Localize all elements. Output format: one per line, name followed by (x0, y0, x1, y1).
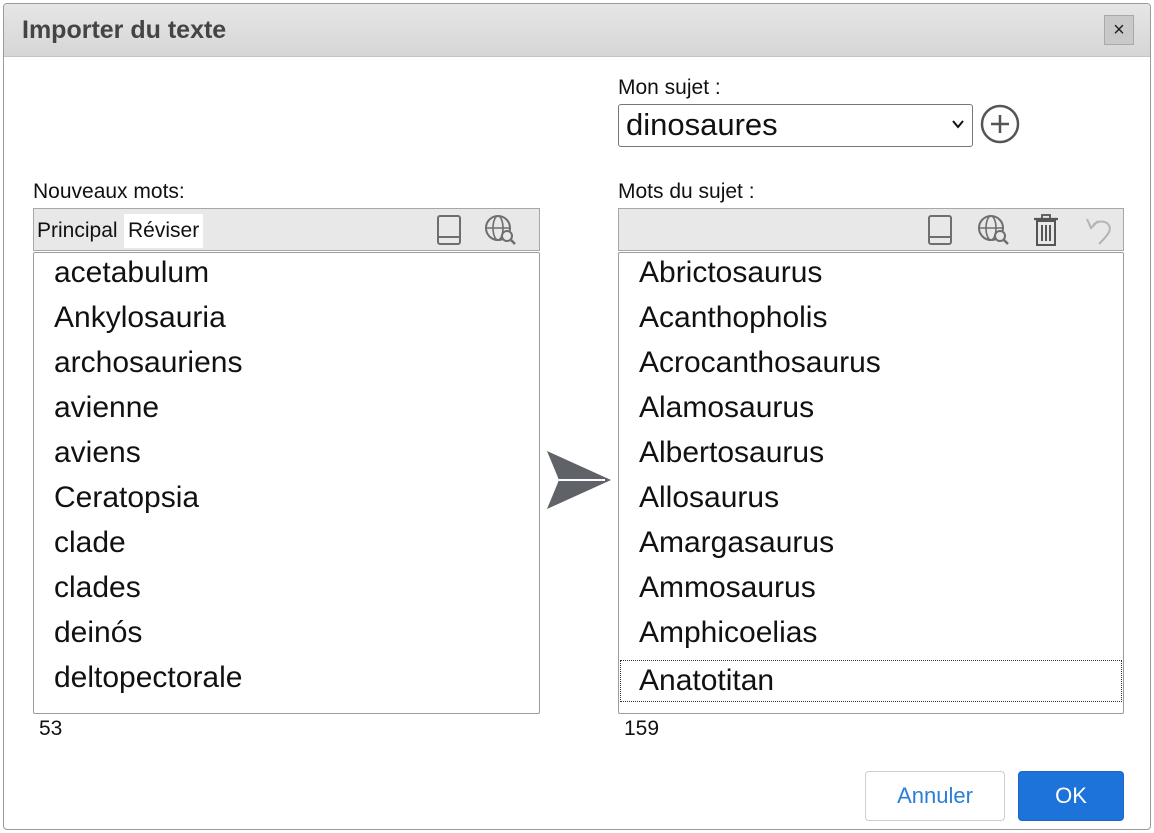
dialog-titlebar: Importer du texte × (4, 4, 1150, 57)
globe-search-icon[interactable] (483, 213, 517, 247)
dialog-title: Importer du texte (22, 16, 227, 44)
subject-words-toolbar (618, 208, 1124, 251)
undo-icon[interactable] (1082, 213, 1116, 247)
list-item[interactable]: avienne (54, 386, 159, 430)
book-icon[interactable] (432, 213, 466, 247)
ok-button[interactable]: OK (1018, 771, 1124, 821)
list-item[interactable]: Acrocanthosaurus (639, 341, 881, 385)
list-item[interactable]: deltopectorale (54, 656, 242, 700)
list-item[interactable]: Allosaurus (639, 476, 779, 520)
list-item[interactable]: Acanthopholis (639, 296, 827, 340)
list-item[interactable]: Albertosaurus (639, 431, 824, 475)
import-text-dialog: Importer du texte × Mon sujet : dinosaur… (3, 3, 1151, 830)
subject-words-label: Mots du sujet : (618, 180, 755, 203)
tab-reviser[interactable]: Réviser (124, 214, 204, 248)
subject-words-count: 159 (624, 717, 660, 740)
list-item[interactable]: deinós (54, 611, 142, 655)
list-item[interactable]: archosauriens (54, 341, 242, 385)
add-subject-button[interactable] (979, 103, 1021, 145)
send-arrow-icon[interactable] (545, 449, 613, 511)
list-item[interactable]: Abrictosaurus (639, 253, 822, 295)
trash-icon[interactable] (1029, 213, 1063, 247)
subject-select[interactable]: dinosaures (618, 104, 973, 147)
list-item[interactable]: clades (54, 566, 141, 610)
subject-words-list[interactable]: Abrictosaurus Acanthopholis Acrocanthosa… (618, 252, 1124, 714)
subject-label: Mon sujet : (618, 76, 721, 99)
new-words-count: 53 (39, 717, 63, 740)
list-item[interactable]: Ceratopsia (54, 476, 199, 520)
list-item[interactable]: Amphicoelias (639, 611, 817, 655)
new-words-list[interactable]: acetabulum Ankylosauria archosauriens av… (33, 252, 540, 714)
list-item-focused[interactable]: Anatotitan (619, 659, 1123, 703)
list-item[interactable]: acetabulum (54, 253, 209, 295)
new-words-toolbar: Principal Réviser (33, 208, 540, 251)
new-words-label: Nouveaux mots: (33, 180, 185, 203)
list-item[interactable]: aviens (54, 431, 141, 475)
list-item[interactable]: Ankylosauria (54, 296, 226, 340)
list-item[interactable]: clade (54, 521, 126, 565)
list-item[interactable]: Amargasaurus (639, 521, 834, 565)
list-item[interactable]: Ammosaurus (639, 566, 816, 610)
globe-search-icon[interactable] (976, 213, 1010, 247)
close-icon: × (1113, 19, 1125, 41)
chevron-down-icon (952, 120, 964, 129)
subject-select-value: dinosaures (626, 107, 778, 142)
cancel-button[interactable]: Annuler (865, 771, 1005, 821)
list-item[interactable]: Alamosaurus (639, 386, 814, 430)
book-icon[interactable] (923, 213, 957, 247)
tab-principal[interactable]: Principal (35, 214, 120, 248)
close-button[interactable]: × (1104, 15, 1134, 45)
